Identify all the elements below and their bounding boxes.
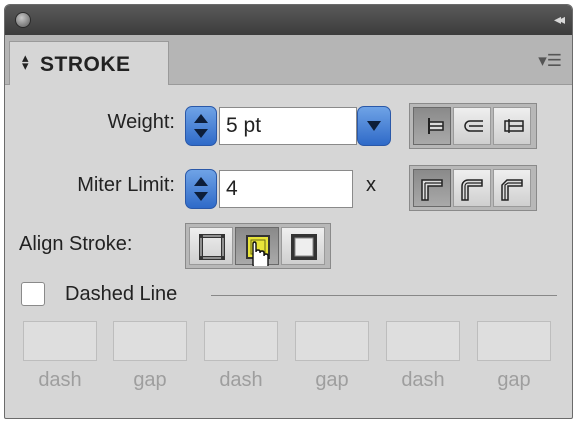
miter-unit-label: x <box>366 174 376 196</box>
join-button-group <box>409 165 537 211</box>
increment-icon[interactable] <box>194 114 208 123</box>
align-outside-button[interactable] <box>281 227 325 265</box>
increment-icon[interactable] <box>194 177 208 186</box>
double-chevron-icon[interactable]: ◂◂ <box>554 11 565 28</box>
round-join-button[interactable] <box>453 169 491 207</box>
round-join-icon <box>461 179 483 201</box>
gap-label: gap <box>133 369 167 391</box>
dash-field[interactable] <box>204 321 278 361</box>
bevel-join-icon <box>501 179 523 201</box>
cap-button-group <box>409 103 537 149</box>
miter-join-button[interactable] <box>413 169 451 207</box>
dash-label: dash <box>219 369 263 391</box>
stroke-panel: ◂◂ ▴ ▾ STROKE ▾☰ Weight: 5 pt Miter Limi… <box>4 4 573 419</box>
gap-label: gap <box>315 369 349 391</box>
up-down-arrows-icon: ▴ ▾ <box>22 50 29 73</box>
miter-limit-label: Miter Limit: <box>77 174 175 196</box>
miter-limit-stepper[interactable] <box>185 169 217 209</box>
dash-label: dash <box>38 369 82 391</box>
round-cap-button[interactable] <box>453 107 491 145</box>
panel-titlebar: ◂◂ <box>5 5 572 35</box>
align-button-group <box>185 223 331 269</box>
round-cap-icon <box>464 120 483 132</box>
align-center-button[interactable] <box>189 227 233 265</box>
dashed-line-checkbox[interactable] <box>21 282 45 306</box>
close-icon[interactable] <box>15 12 31 28</box>
dashed-line-label: Dashed Line <box>65 283 178 305</box>
projecting-cap-icon <box>504 119 524 133</box>
butt-cap-button[interactable] <box>413 107 451 145</box>
chevron-down-icon <box>367 121 381 131</box>
decrement-icon[interactable] <box>194 192 208 201</box>
align-stroke-label: Align Stroke: <box>19 233 133 255</box>
gap-field[interactable] <box>295 321 369 361</box>
weight-stepper[interactable] <box>185 106 217 146</box>
bevel-join-button[interactable] <box>493 169 531 207</box>
weight-dropdown-button[interactable] <box>357 106 391 146</box>
align-inside-icon <box>246 235 270 266</box>
decrement-icon[interactable] <box>194 129 208 138</box>
align-inside-button[interactable] <box>235 227 279 266</box>
projecting-cap-button[interactable] <box>493 107 531 145</box>
dash-label: dash <box>401 369 445 391</box>
butt-cap-icon <box>428 118 444 134</box>
gap-field[interactable] <box>113 321 187 361</box>
tab-stroke[interactable]: ▴ ▾ STROKE <box>9 41 169 85</box>
gap-field[interactable] <box>477 321 551 361</box>
panel-tabstrip: ▴ ▾ STROKE ▾☰ <box>5 35 572 85</box>
tab-label: STROKE <box>40 53 131 76</box>
panel-menu-icon[interactable]: ▾☰ <box>538 51 562 71</box>
miter-join-icon <box>421 179 443 201</box>
gap-label: gap <box>497 369 531 391</box>
weight-label: Weight: <box>107 111 175 133</box>
miter-limit-input[interactable]: 4 <box>219 170 353 208</box>
dash-field[interactable] <box>23 321 97 361</box>
section-divider <box>211 295 557 296</box>
weight-input[interactable]: 5 pt <box>219 107 357 145</box>
align-center-icon <box>199 234 225 260</box>
align-outside-icon <box>291 234 317 260</box>
dash-field[interactable] <box>386 321 460 361</box>
